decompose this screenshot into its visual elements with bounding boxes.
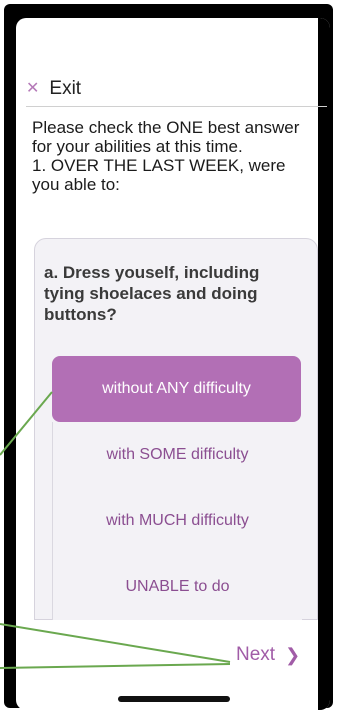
home-indicator bbox=[118, 696, 230, 702]
exit-button[interactable]: ✕ Exit bbox=[26, 78, 81, 100]
chevron-right-icon: ❯ bbox=[285, 645, 301, 665]
screen-edge bbox=[318, 18, 330, 710]
answer-options: without ANY difficulty with SOME difficu… bbox=[52, 356, 302, 620]
next-button[interactable]: Next ❯ bbox=[236, 644, 300, 666]
option-with-much-difficulty[interactable]: with MUCH difficulty bbox=[52, 488, 302, 554]
close-icon: ✕ bbox=[26, 80, 40, 97]
instructions-text: Please check the ONE best answer for you… bbox=[32, 118, 300, 194]
header-divider bbox=[26, 106, 327, 107]
option-with-some-difficulty[interactable]: with SOME difficulty bbox=[52, 422, 302, 488]
exit-label: Exit bbox=[49, 78, 82, 99]
next-label: Next bbox=[236, 644, 276, 665]
option-without-any-difficulty[interactable]: without ANY difficulty bbox=[52, 356, 301, 422]
option-label: with SOME difficulty bbox=[106, 446, 249, 463]
option-label: UNABLE to do bbox=[125, 578, 230, 595]
question-text: a. Dress youself, including tying shoela… bbox=[44, 263, 260, 324]
option-label: without ANY difficulty bbox=[102, 380, 251, 397]
instructions: Please check the ONE best answer for you… bbox=[32, 118, 312, 194]
option-label: with MUCH difficulty bbox=[106, 512, 249, 529]
option-unable-to-do[interactable]: UNABLE to do bbox=[52, 554, 302, 620]
